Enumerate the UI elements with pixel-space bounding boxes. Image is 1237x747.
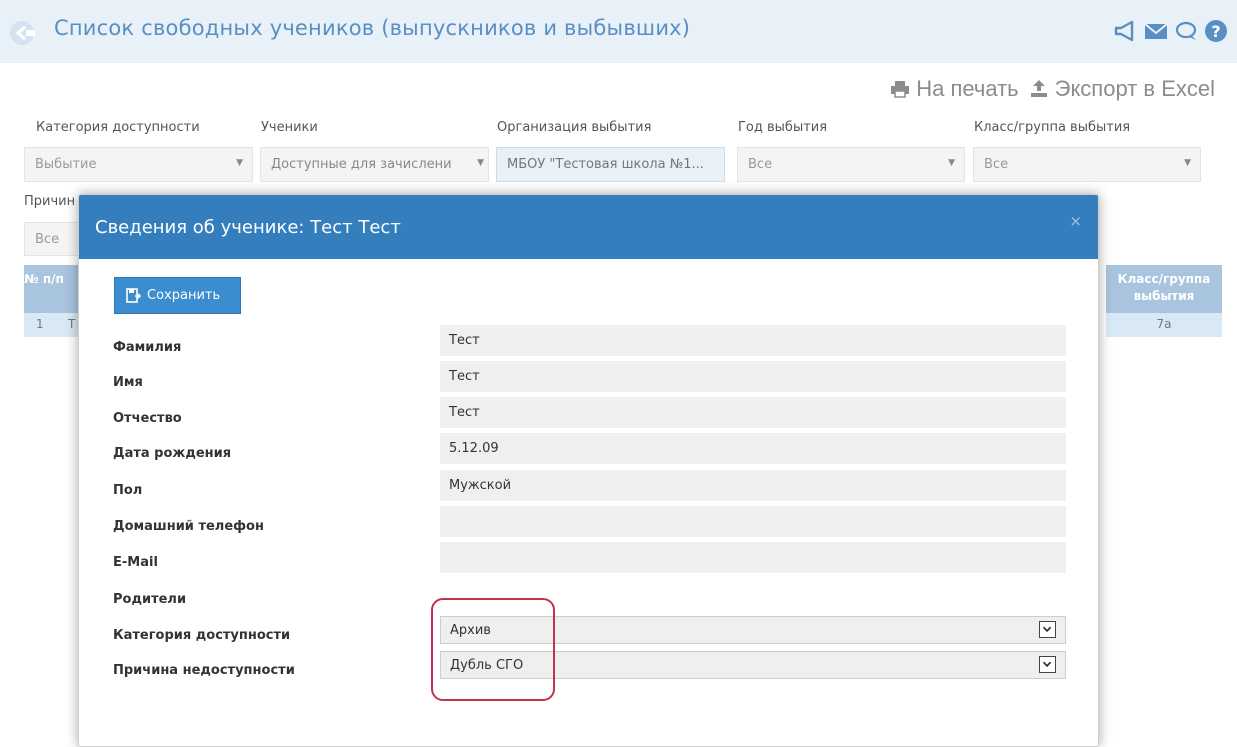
export-label: Экспорт в Excel bbox=[1054, 76, 1215, 101]
megaphone-icon[interactable] bbox=[1113, 18, 1139, 44]
field-gender[interactable]: Мужской bbox=[440, 470, 1066, 501]
field-label-home-phone: Домашний телефон bbox=[113, 519, 264, 534]
printer-icon bbox=[891, 81, 910, 98]
svg-text:?: ? bbox=[1211, 22, 1220, 41]
filter-select-organization[interactable]: МБОУ "Тестовая школа №1... bbox=[496, 147, 725, 182]
field-home-phone[interactable] bbox=[440, 506, 1066, 537]
filter-value: Выбытие bbox=[35, 157, 97, 172]
field-birthdate[interactable]: 5.12.09 bbox=[440, 433, 1066, 464]
chevron-down-icon: ▼ bbox=[477, 158, 484, 168]
table-header-num: № п/п bbox=[24, 265, 64, 313]
page-header: Список свободных учеников (выпускников и… bbox=[0, 0, 1237, 63]
field-label-birthdate: Дата рождения bbox=[113, 446, 232, 461]
student-details-modal: Сведения об ученике: Тест Тест × Сохрани… bbox=[78, 194, 1099, 747]
field-patronymic[interactable]: Тест bbox=[440, 397, 1066, 428]
filter-label-students: Ученики bbox=[261, 120, 318, 135]
row-name: Т bbox=[68, 317, 76, 331]
field-firstname[interactable]: Тест bbox=[440, 361, 1066, 392]
filter-value: Все bbox=[984, 157, 1009, 172]
filter-label-category: Категория доступности bbox=[36, 120, 200, 135]
field-label-gender: Пол bbox=[113, 483, 143, 498]
filter-select-class[interactable]: Все ▼ bbox=[973, 147, 1201, 182]
export-icon bbox=[1030, 80, 1047, 97]
table-header-class: Класс/группа выбытия bbox=[1106, 265, 1222, 313]
export-excel-button[interactable]: Экспорт в Excel bbox=[1029, 76, 1215, 102]
field-label-parents: Родители bbox=[113, 592, 187, 607]
field-label-email: E-Mail bbox=[113, 555, 158, 570]
filter-label-year: Год выбытия bbox=[738, 120, 828, 135]
chevron-down-icon: ▼ bbox=[236, 158, 243, 168]
back-icon[interactable] bbox=[8, 20, 38, 46]
modal-title: Сведения об ученике: Тест Тест bbox=[95, 217, 401, 238]
chevron-down-icon bbox=[1039, 656, 1056, 673]
save-button[interactable]: Сохранить bbox=[114, 277, 241, 314]
filter-select-students[interactable]: Доступные для зачислени ▼ bbox=[260, 147, 489, 182]
filter-select-year[interactable]: Все ▼ bbox=[737, 147, 965, 182]
chat-icon[interactable] bbox=[1173, 18, 1199, 44]
table-row[interactable]: 1 Т bbox=[24, 313, 84, 337]
field-email[interactable] bbox=[440, 542, 1066, 573]
filter-value: Доступные для зачислени bbox=[271, 157, 452, 172]
field-label-unavailable-reason: Причина недоступности bbox=[113, 663, 295, 678]
modal-header: Сведения об ученике: Тест Тест × bbox=[79, 195, 1098, 259]
chevron-down-icon: ▼ bbox=[1184, 158, 1191, 168]
row-num: 1 bbox=[36, 317, 44, 331]
chevron-down-icon bbox=[1039, 621, 1056, 638]
filter-select-category[interactable]: Выбытие ▼ bbox=[24, 147, 253, 182]
filter-value: МБОУ "Тестовая школа №1... bbox=[507, 157, 704, 172]
filter-value: Все bbox=[35, 232, 60, 247]
field-label-firstname: Имя bbox=[113, 375, 143, 390]
mail-icon[interactable] bbox=[1143, 18, 1169, 44]
save-label: Сохранить bbox=[147, 288, 221, 303]
table-cell-class: 7а bbox=[1106, 313, 1222, 337]
highlight-annotation bbox=[431, 598, 555, 701]
filter-label-class: Класс/группа выбытия bbox=[974, 120, 1131, 135]
filter-label-reason: Причин bbox=[24, 194, 76, 209]
field-lastname[interactable]: Тест bbox=[440, 325, 1066, 356]
filter-select-reason[interactable]: Все bbox=[24, 222, 84, 256]
help-icon[interactable]: ? bbox=[1203, 18, 1229, 44]
chevron-down-icon: ▼ bbox=[948, 158, 955, 168]
page-title: Список свободных учеников (выпускников и… bbox=[54, 16, 691, 40]
field-label-lastname: Фамилия bbox=[113, 340, 182, 355]
filter-value: Все bbox=[748, 157, 773, 172]
field-label-access-category: Категория доступности bbox=[113, 628, 291, 643]
close-icon[interactable]: × bbox=[1069, 212, 1082, 230]
save-icon bbox=[126, 288, 141, 303]
print-button[interactable]: На печать bbox=[890, 76, 1019, 102]
filter-label-organization: Организация выбытия bbox=[497, 120, 652, 135]
field-label-patronymic: Отчество bbox=[113, 411, 182, 426]
print-label: На печать bbox=[916, 76, 1019, 101]
